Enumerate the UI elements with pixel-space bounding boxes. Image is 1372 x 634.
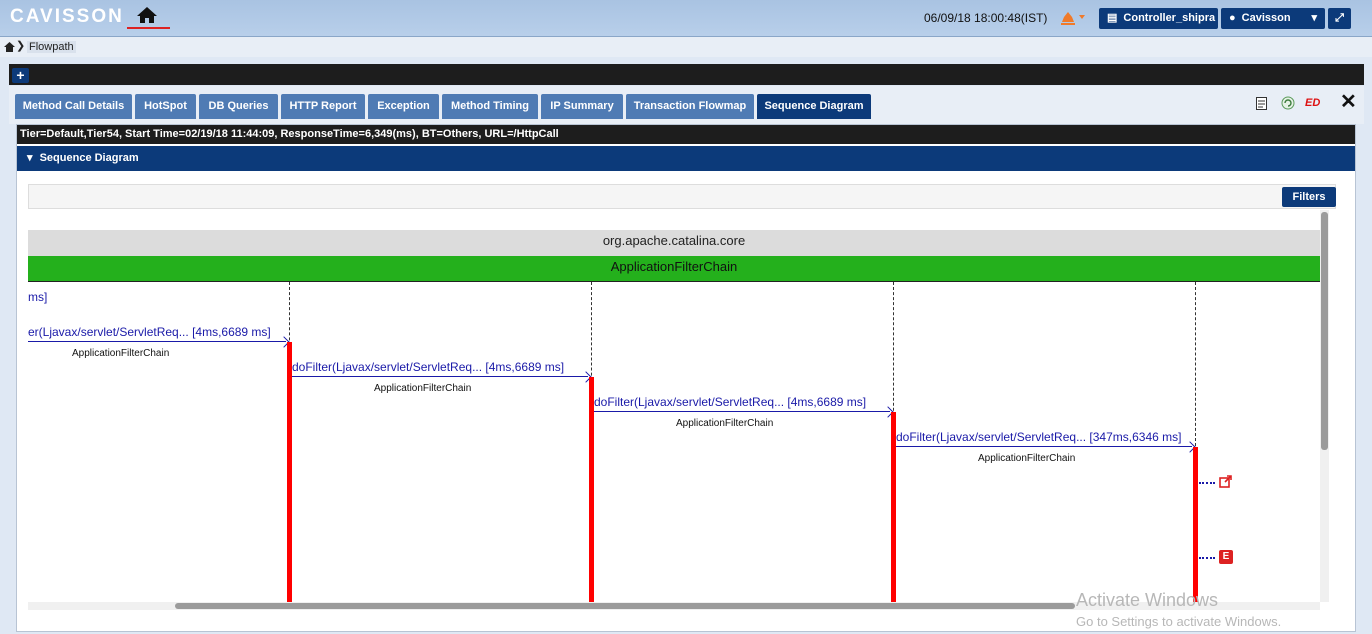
toolbar [9, 64, 1364, 85]
sequence-diagram: org.apache.catalina.core ApplicationFilt… [28, 230, 1320, 602]
caller-class-label: ApplicationFilterChain [676, 418, 774, 429]
filter-bar [28, 184, 1336, 209]
user-icon: ● [1229, 12, 1236, 24]
call-arrow [896, 446, 1192, 447]
tab-http-report[interactable]: HTTP Report [281, 94, 365, 119]
caret-down-icon: ▾ [27, 152, 33, 164]
chevron-down-icon: ▾ [1311, 12, 1317, 24]
vertical-scroll-thumb[interactable] [1321, 212, 1328, 450]
call-arrow [28, 341, 286, 342]
server-icon: ▤ [1107, 12, 1118, 24]
expand-icon[interactable]: ⤢ [1328, 8, 1351, 29]
activate-windows-subtitle: Go to Settings to activate Windows. [1076, 614, 1282, 629]
ed-icon[interactable]: ED [1305, 97, 1320, 109]
flowpath-info: Tier=Default,Tier54, Start Time=02/19/18… [17, 125, 1355, 144]
cavisson-logo: CAVISSON [10, 6, 124, 27]
call-label[interactable]: er(Ljavax/servlet/ServletReq... [4ms,668… [28, 325, 271, 339]
exit-connector [1199, 482, 1215, 484]
horizontal-scroll-thumb[interactable] [175, 603, 1075, 609]
activate-windows-title: Activate Windows [1076, 590, 1219, 610]
refresh-icon[interactable] [1281, 96, 1295, 110]
call-arrow [292, 376, 588, 377]
caller-class-label: ApplicationFilterChain [72, 348, 170, 359]
server-datetime: 06/09/18 18:00:48(IST) [924, 11, 1048, 25]
sequence-diagram-header[interactable]: ▾ Sequence Diagram [17, 146, 1355, 171]
alert-icon[interactable] [1059, 8, 1089, 26]
call-arrow [594, 411, 890, 412]
call-label[interactable]: doFilter(Ljavax/servlet/ServletReq... [3… [896, 430, 1181, 444]
tab-db-queries[interactable]: DB Queries [199, 94, 278, 119]
home-icon[interactable] [136, 6, 158, 24]
section-title: Sequence Diagram [39, 152, 139, 164]
exception-badge[interactable]: E [1219, 550, 1233, 564]
breadcrumb-flowpath[interactable]: Flowpath [27, 41, 76, 53]
activation-bar[interactable] [1193, 447, 1198, 602]
package-bar: org.apache.catalina.core [28, 230, 1320, 256]
controller-label: Controller_shipra [1123, 12, 1216, 24]
document-icon[interactable] [1256, 97, 1267, 110]
add-button[interactable]: + [12, 68, 29, 83]
filters-button[interactable]: Filters [1282, 187, 1336, 207]
close-icon[interactable]: ✕ [1340, 89, 1357, 114]
home-active-indicator [127, 27, 170, 29]
call-label: ms] [28, 290, 48, 304]
tab-method-call-details[interactable]: Method Call Details [15, 94, 132, 119]
user-menu-button[interactable]: ● Cavisson ▾ [1221, 8, 1325, 29]
breadcrumb [0, 37, 1372, 57]
call-label[interactable]: doFilter(Ljavax/servlet/ServletReq... [4… [292, 360, 564, 374]
tab-ip-summary[interactable]: IP Summary [541, 94, 623, 119]
exception-connector [1199, 557, 1215, 559]
class-bar: ApplicationFilterChain [28, 256, 1320, 282]
user-label: Cavisson [1241, 12, 1291, 24]
caller-class-label: ApplicationFilterChain [374, 383, 472, 394]
caller-class-label: ApplicationFilterChain [978, 453, 1076, 464]
controller-button[interactable]: ▤ Controller_shipra [1099, 8, 1218, 29]
tab-sequence-diagram[interactable]: Sequence Diagram [757, 94, 871, 119]
tab-method-timing[interactable]: Method Timing [442, 94, 538, 119]
activation-bar[interactable] [287, 342, 292, 602]
chevron-right-icon: ❯ [16, 40, 26, 52]
tab-exception[interactable]: Exception [368, 94, 439, 119]
call-label[interactable]: doFilter(Ljavax/servlet/ServletReq... [4… [594, 395, 866, 409]
breadcrumb-home-icon[interactable] [4, 41, 15, 52]
exit-icon[interactable] [1219, 475, 1232, 488]
tab-transaction-flowmap[interactable]: Transaction Flowmap [626, 94, 754, 119]
tab-hotspot[interactable]: HotSpot [135, 94, 196, 119]
